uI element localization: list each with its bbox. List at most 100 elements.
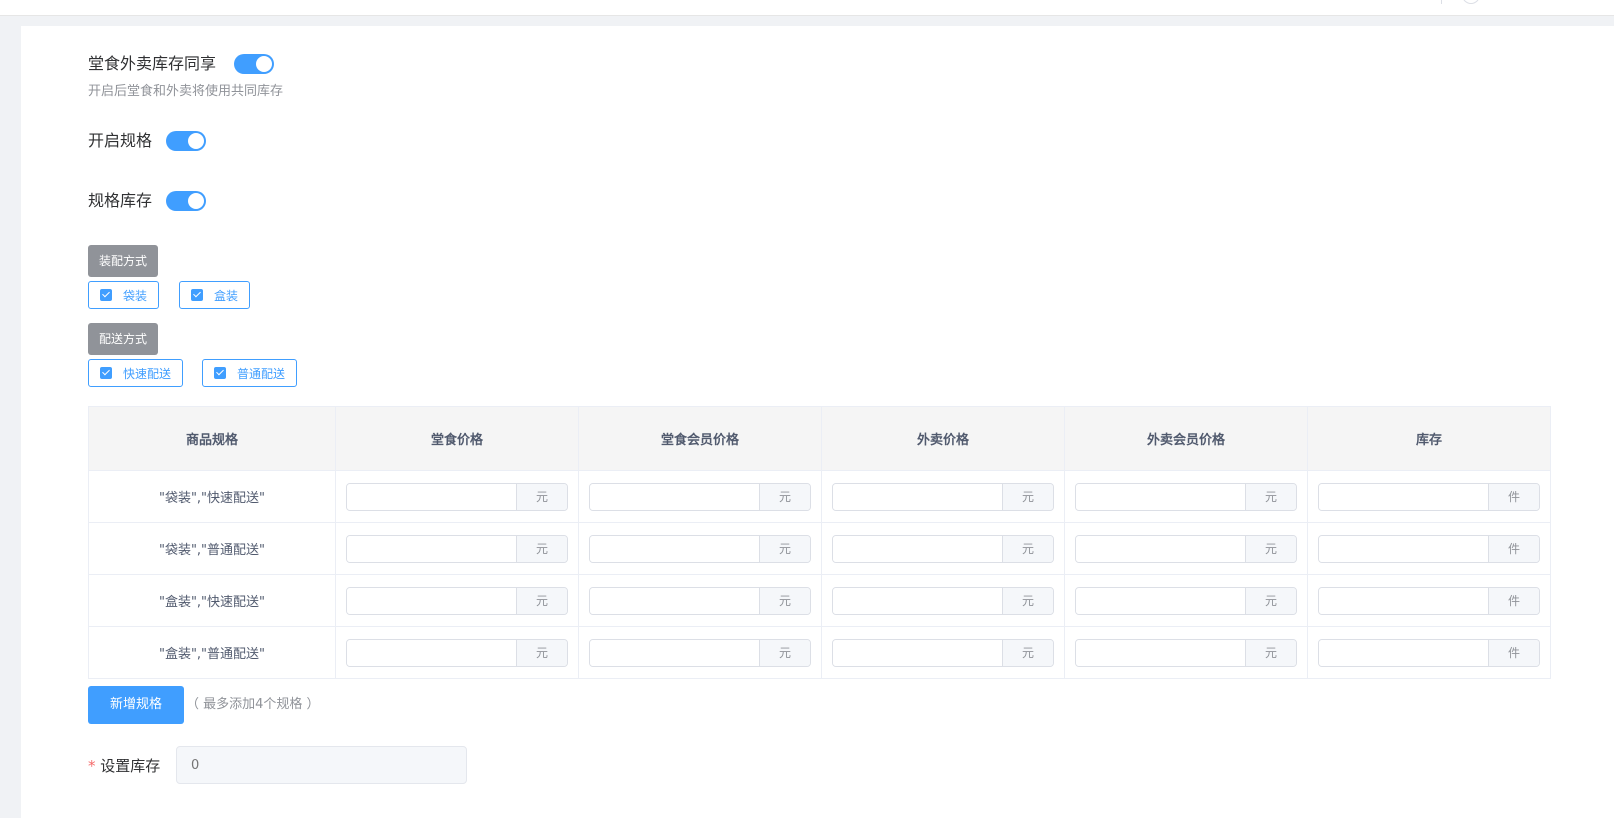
dine-member-price-input[interactable]: [590, 587, 759, 614]
checkbox-checked-icon: [191, 289, 203, 301]
price-unit: 元: [1245, 535, 1296, 562]
price-input-group: 元: [589, 482, 811, 511]
dine-member-price-cell: 元: [578, 522, 822, 575]
price-input-group: 元: [589, 638, 811, 667]
price-input-group: 元: [1075, 482, 1297, 511]
spec-option-label: 袋装: [123, 288, 148, 303]
dine-price-input[interactable]: [347, 535, 516, 562]
checkbox-checked-icon: [100, 289, 112, 301]
price-unit: 元: [759, 535, 810, 562]
takeout-price-cell: 元: [821, 470, 1065, 523]
takeout-price-input[interactable]: [833, 587, 1002, 614]
stock-setting-label-row: * 设置库存: [88, 756, 160, 776]
price-input-group: 元: [832, 638, 1054, 667]
price-unit: 元: [516, 587, 567, 614]
enable-spec-switch[interactable]: [166, 131, 206, 151]
stock-setting-input[interactable]: [176, 746, 467, 784]
dine-price-cell: 元: [335, 522, 579, 575]
column-header: 外卖会员价格: [1064, 406, 1308, 471]
shared-stock-switch[interactable]: [234, 54, 274, 74]
spec-option-label: 快速配送: [123, 366, 172, 381]
dine-price-cell: 元: [335, 574, 579, 627]
column-header: 堂食价格: [335, 406, 579, 471]
takeout-price-input[interactable]: [833, 535, 1002, 562]
dine-member-price-input[interactable]: [590, 639, 759, 666]
price-input-group: 元: [346, 638, 568, 667]
price-unit: 元: [759, 587, 810, 614]
stock-setting-label: 设置库存: [100, 757, 161, 775]
add-spec-hint: （ 最多添加4个规格 ）: [186, 697, 320, 712]
table-header-row: 商品规格 堂食价格 堂食会员价格 外卖价格 外卖会员价格 库存: [88, 406, 1551, 471]
top-header-bar: [0, 0, 1614, 16]
price-input-group: 元: [589, 586, 811, 615]
user-avatar[interactable]: [1462, 0, 1480, 4]
shared-stock-label: 堂食外卖库存同享: [88, 54, 217, 73]
price-unit: 元: [1245, 587, 1296, 614]
dine-price-input[interactable]: [347, 483, 516, 510]
dine-price-cell: 元: [335, 626, 579, 679]
takeout-member-price-input[interactable]: [1076, 483, 1245, 510]
shared-stock-hint: 开启后堂食和外卖将使用共同库存: [88, 84, 284, 99]
spec-name-cell: "盒装","普通配送": [88, 626, 336, 679]
column-header: 外卖价格: [821, 406, 1065, 471]
takeout-price-cell: 元: [821, 626, 1065, 679]
column-header: 堂食会员价格: [578, 406, 822, 471]
price-unit: 元: [759, 639, 810, 666]
spec-option-checkbox[interactable]: 快速配送: [88, 359, 183, 387]
dine-member-price-input[interactable]: [590, 483, 759, 510]
switch-knob: [188, 133, 204, 149]
spec-option-checkbox[interactable]: 普通配送: [202, 359, 297, 387]
dine-member-price-input[interactable]: [590, 535, 759, 562]
stock-unit: 件: [1488, 535, 1539, 562]
spec-name-cell: "盒装","快速配送": [88, 574, 336, 627]
spec-stock-label: 规格库存: [88, 191, 153, 210]
stock-unit: 件: [1488, 483, 1539, 510]
stock-input[interactable]: [1319, 587, 1488, 614]
spec-name-cell: "袋装","普通配送": [88, 522, 336, 575]
spec-group-tag: 配送方式: [88, 323, 159, 355]
column-header: 商品规格: [88, 406, 336, 471]
price-unit: 元: [516, 535, 567, 562]
required-mark: *: [88, 757, 96, 775]
checkbox-checked-icon: [214, 367, 226, 379]
takeout-price-input[interactable]: [833, 639, 1002, 666]
stock-input[interactable]: [1319, 535, 1488, 562]
switch-knob: [188, 193, 204, 209]
stock-input-group: 件: [1318, 586, 1540, 615]
price-input-group: 元: [346, 586, 568, 615]
price-unit: 元: [1245, 483, 1296, 510]
takeout-member-price-input[interactable]: [1076, 639, 1245, 666]
spec-option-label: 盒装: [214, 288, 239, 303]
takeout-price-input[interactable]: [833, 483, 1002, 510]
price-input-group: 元: [832, 586, 1054, 615]
price-unit: 元: [1002, 483, 1053, 510]
price-unit: 元: [1002, 639, 1053, 666]
takeout-member-price-input[interactable]: [1076, 587, 1245, 614]
spec-option-checkbox[interactable]: 盒装: [179, 281, 250, 309]
dine-member-price-cell: 元: [578, 470, 822, 523]
dine-price-input[interactable]: [347, 587, 516, 614]
table-row: "袋装","快速配送" 元 元 元 元 件: [88, 470, 1551, 523]
price-input-group: 元: [832, 534, 1054, 563]
stock-cell: 件: [1307, 470, 1551, 523]
dine-price-input[interactable]: [347, 639, 516, 666]
stock-input[interactable]: [1319, 483, 1488, 510]
price-input-group: 元: [589, 534, 811, 563]
stock-input[interactable]: [1319, 639, 1488, 666]
spec-option-checkbox[interactable]: 袋装: [88, 281, 159, 309]
spec-stock-switch[interactable]: [166, 191, 206, 211]
takeout-member-price-cell: 元: [1064, 574, 1308, 627]
switch-knob: [256, 56, 272, 72]
stock-unit: 件: [1488, 587, 1539, 614]
takeout-member-price-input[interactable]: [1076, 535, 1245, 562]
spec-name-cell: "袋装","快速配送": [88, 470, 336, 523]
spec-group-tag: 装配方式: [88, 245, 159, 277]
price-unit: 元: [516, 483, 567, 510]
add-spec-button[interactable]: 新增规格: [88, 686, 184, 724]
spec-price-table: 商品规格 堂食价格 堂食会员价格 外卖价格 外卖会员价格 库存 "袋装","快速…: [88, 406, 1551, 679]
price-input-group: 元: [1075, 534, 1297, 563]
price-input-group: 元: [1075, 586, 1297, 615]
stock-cell: 件: [1307, 626, 1551, 679]
takeout-price-cell: 元: [821, 574, 1065, 627]
takeout-member-price-cell: 元: [1064, 522, 1308, 575]
